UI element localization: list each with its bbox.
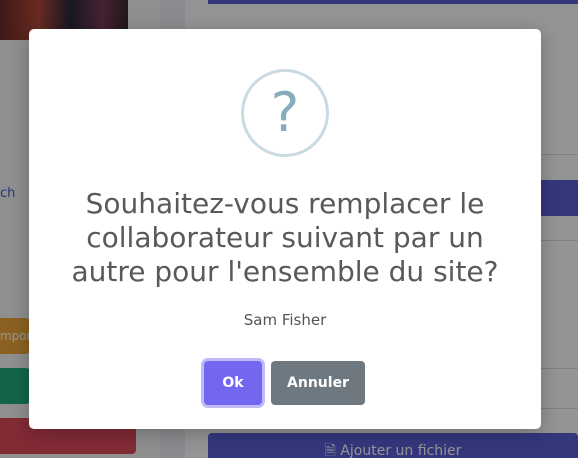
question-mark-icon: ? (241, 69, 329, 157)
cancel-button[interactable]: Annuler (271, 361, 365, 405)
confirm-dialog: ? Souhaitez-vous remplacer le collaborat… (29, 29, 541, 429)
dialog-text: Sam Fisher (243, 311, 327, 329)
ok-button[interactable]: Ok (204, 361, 262, 405)
dialog-title: Souhaitez-vous remplacer le collaborateu… (71, 187, 499, 288)
